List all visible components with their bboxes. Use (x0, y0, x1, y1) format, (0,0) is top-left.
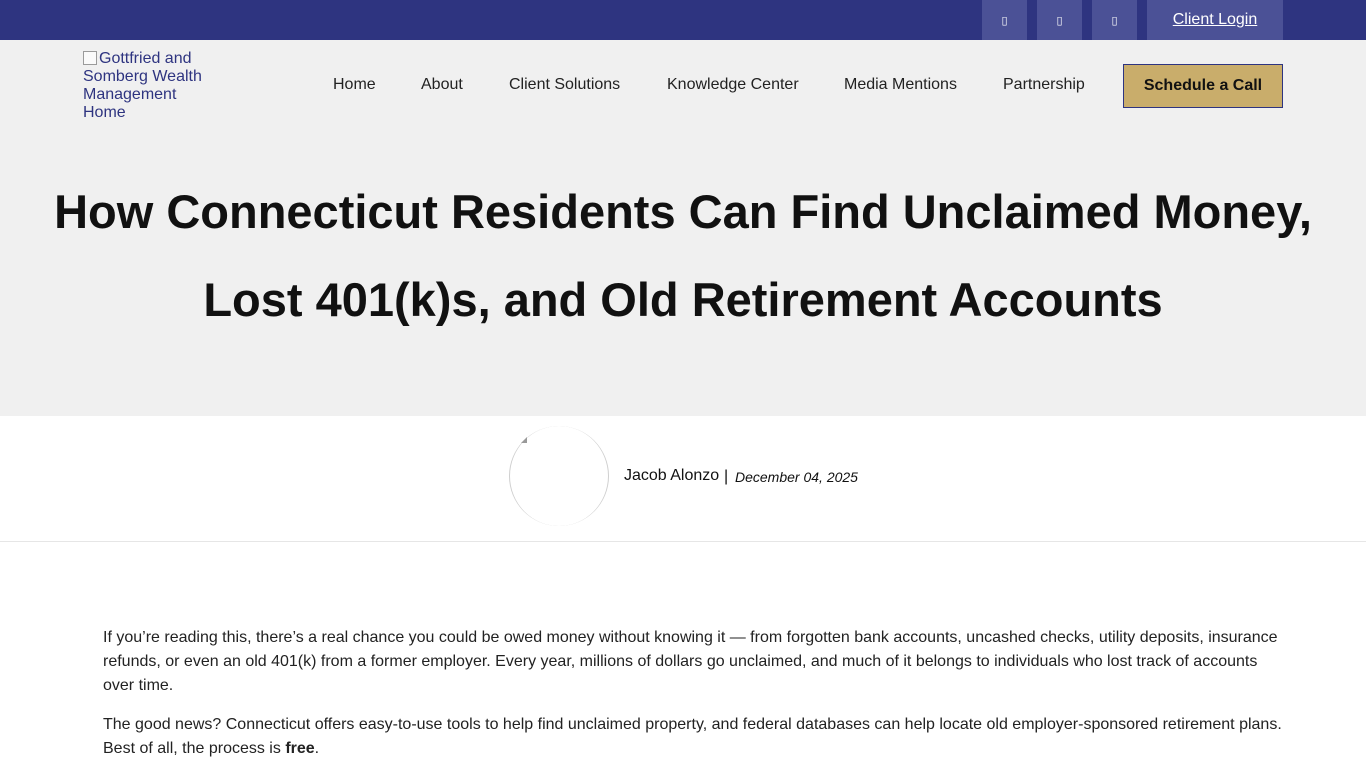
author-name: Jacob Alonzo (624, 467, 720, 484)
publish-date: December 04, 2025 (735, 469, 858, 485)
social-icon[interactable]: ▯ (1037, 0, 1082, 40)
schedule-call-button[interactable]: Schedule a Call (1123, 64, 1283, 108)
nav-item-partnership[interactable]: Partnership (1003, 76, 1085, 94)
paragraph-end: . (314, 740, 320, 757)
logo-alt-text: Gottfried and Somberg Wealth Management … (83, 50, 202, 121)
nav-item-client-solutions[interactable]: Client Solutions (509, 76, 620, 94)
nav-item-home[interactable]: Home (333, 76, 376, 94)
site-header: Gottfried and Somberg Wealth Management … (0, 40, 1366, 416)
top-bar: ▯ ▯ ▯ Client Login (0, 0, 1366, 40)
nav-item-about[interactable]: About (421, 76, 463, 94)
byline-separator: | (724, 468, 729, 485)
paragraph-text: The good news? Connecticut offers easy-t… (103, 716, 1282, 757)
paragraph: The good news? Connecticut offers easy-t… (103, 713, 1283, 761)
page-title: How Connecticut Residents Can Find Uncla… (54, 185, 1312, 326)
broken-image-icon (521, 437, 527, 443)
article-body: If you’re reading this, there’s a real c… (103, 626, 1283, 768)
broken-image-icon (83, 51, 97, 65)
paragraph: If you’re reading this, there’s a real c… (103, 629, 1278, 694)
nav-item-knowledge-center[interactable]: Knowledge Center (667, 76, 799, 94)
nav-item-media-mentions[interactable]: Media Mentions (844, 76, 957, 94)
client-login-link[interactable]: Client Login (1147, 0, 1283, 40)
social-icon[interactable]: ▯ (982, 0, 1027, 40)
site-logo[interactable]: Gottfried and Somberg Wealth Management … (83, 50, 223, 122)
paragraph-bold-text: free (285, 740, 315, 757)
social-icon[interactable]: ▯ (1092, 0, 1137, 40)
